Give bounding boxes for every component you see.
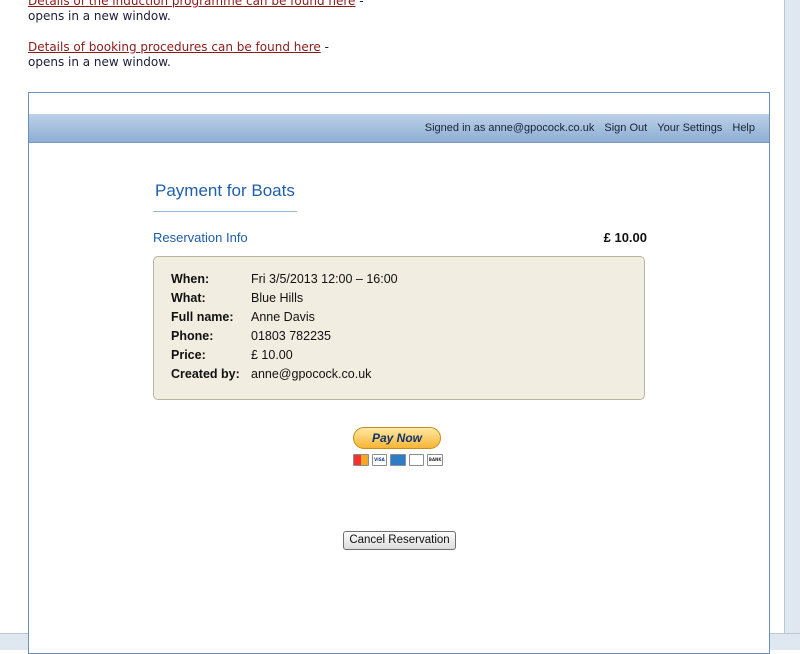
paypal-section: Pay Now VISA BANK	[353, 427, 443, 466]
booking-paragraph: Details of booking procedures can be fou…	[28, 40, 368, 70]
full-name-row: Full name: Anne Davis	[171, 308, 315, 327]
price-row: Price: £ 10.00	[171, 346, 293, 365]
visa-icon: VISA	[371, 454, 388, 466]
when-value: Fri 3/5/2013 12:00 – 16:00	[251, 272, 398, 286]
phone-row: Phone: 01803 782235	[171, 327, 331, 346]
booking-frame: Signed in as anne@gpocock.co.uk Sign Out…	[28, 92, 770, 654]
created-by-value: anne@gpocock.co.uk	[251, 367, 372, 381]
phone-value: 01803 782235	[251, 329, 331, 343]
paypal-pay-now-button[interactable]: Pay Now	[353, 427, 441, 449]
full-name-value: Anne Davis	[251, 310, 315, 324]
sign-out-link[interactable]: Sign Out	[604, 122, 647, 134]
reservation-info-heading: Reservation Info	[153, 230, 248, 245]
your-settings-link[interactable]: Your Settings	[657, 122, 722, 134]
created-by-row: Created by: anne@gpocock.co.uk	[171, 365, 371, 384]
title-divider	[153, 211, 297, 212]
accepted-cards: VISA BANK	[353, 454, 443, 466]
discover-icon	[408, 454, 425, 466]
price-label: Price:	[171, 348, 206, 362]
created-by-label: Created by:	[171, 367, 240, 381]
induction-paragraph: Details of the induction programme can b…	[28, 0, 368, 24]
cancel-reservation-button[interactable]: Cancel Reservation	[343, 531, 456, 550]
phone-label: Phone:	[171, 329, 214, 343]
induction-link[interactable]: Details of the induction programme can b…	[28, 0, 355, 8]
full-name-label: Full name:	[171, 310, 234, 324]
what-row: What: Blue Hills	[171, 289, 303, 308]
reservation-total: £ 10.00	[603, 230, 647, 245]
mastercard-icon	[353, 454, 369, 466]
bank-icon: BANK	[427, 454, 443, 466]
info-links: Details of the induction programme can b…	[28, 0, 368, 86]
reservation-details-box: When: Fri 3/5/2013 12:00 – 16:00 What: Blu…	[153, 256, 645, 400]
what-label: What:	[171, 291, 206, 305]
page-title: Payment for Boats	[155, 181, 295, 200]
window-right-edge	[784, 0, 800, 649]
amex-icon	[390, 454, 406, 466]
price-value: £ 10.00	[251, 348, 293, 362]
account-nav: Signed in as anne@gpocock.co.uk Sign Out…	[418, 114, 755, 142]
account-bar: Signed in as anne@gpocock.co.uk Sign Out…	[29, 114, 769, 143]
what-value: Blue Hills	[251, 291, 304, 305]
when-label: When:	[171, 272, 210, 286]
help-link[interactable]: Help	[732, 122, 755, 134]
when-row: When: Fri 3/5/2013 12:00 – 16:00	[171, 270, 398, 289]
signed-in-text: Signed in as anne@gpocock.co.uk	[424, 122, 595, 134]
booking-procedures-link[interactable]: Details of booking procedures can be fou…	[28, 40, 321, 54]
